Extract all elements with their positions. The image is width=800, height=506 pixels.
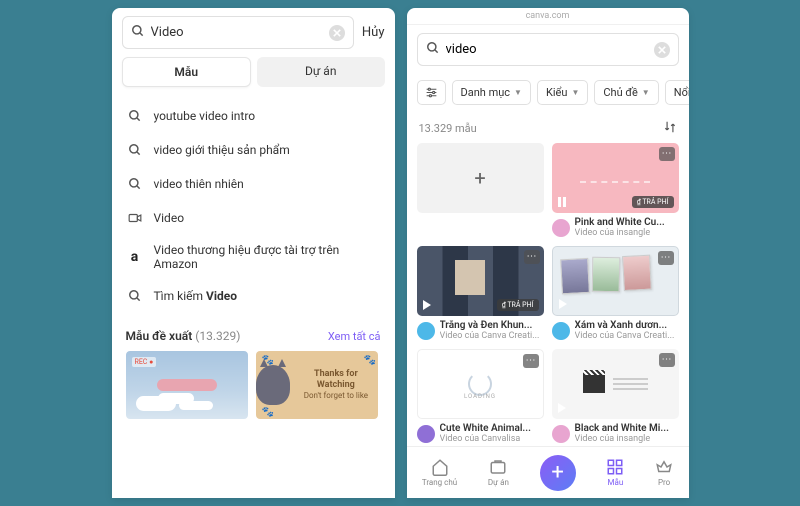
filter-category[interactable]: Danh mục▼ bbox=[452, 80, 531, 105]
suggestion-item[interactable]: video giới thiệu sản phẩm bbox=[112, 133, 395, 167]
section-title: Mẫu đề xuất (13.329) bbox=[126, 329, 241, 343]
more-icon[interactable]: ⋯ bbox=[658, 251, 674, 265]
card-author: Video của Canva Creati... bbox=[440, 331, 540, 341]
template-card: ⋯ ₫ TRẢ PHÍ Pink and White Cu...Video của … bbox=[552, 143, 679, 240]
suggestion-text: Video thương hiệu được tài trợ trên Amaz… bbox=[154, 243, 381, 271]
nav-create[interactable]: + bbox=[540, 455, 576, 491]
filter-more[interactable]: Nổi bbox=[665, 80, 689, 105]
avatar bbox=[417, 425, 435, 443]
search-icon bbox=[126, 287, 144, 305]
card-title: Pink and White Cu... bbox=[575, 217, 665, 228]
search-box[interactable] bbox=[122, 16, 354, 49]
nav-projects[interactable]: Dự án bbox=[488, 458, 509, 487]
avatar bbox=[552, 425, 570, 443]
search-icon bbox=[131, 23, 145, 42]
more-icon[interactable]: ⋯ bbox=[659, 147, 675, 161]
tab-projects[interactable]: Dự án bbox=[257, 57, 385, 87]
suggestion-item[interactable]: a Video thương hiệu được tài trợ trên Ama… bbox=[112, 235, 395, 279]
card-author: Video của insangle bbox=[575, 434, 669, 444]
search-icon bbox=[426, 40, 440, 59]
sort-icon[interactable] bbox=[663, 120, 677, 137]
url-bar: canva.com bbox=[407, 8, 689, 25]
card-title: Xám và Xanh dươn... bbox=[575, 320, 675, 331]
search-input[interactable] bbox=[446, 42, 648, 57]
paid-badge: ₫ TRẢ PHÍ bbox=[497, 299, 539, 311]
nav-home[interactable]: Trang chủ bbox=[422, 458, 457, 487]
play-icon bbox=[424, 402, 432, 412]
filter-topic[interactable]: Chủ đề▼ bbox=[594, 80, 658, 105]
suggestion-list: youtube video intro video giới thiệu sản … bbox=[112, 95, 395, 317]
clear-icon[interactable] bbox=[329, 25, 345, 41]
play-icon bbox=[423, 300, 431, 310]
suggestion-item[interactable]: Video bbox=[112, 201, 395, 235]
search-input[interactable] bbox=[151, 25, 323, 40]
results-count: 13.329 mẫu bbox=[419, 122, 477, 135]
card-title: Trắng và Đen Khun... bbox=[440, 320, 540, 331]
clear-icon[interactable] bbox=[654, 42, 670, 58]
search-box[interactable] bbox=[417, 33, 679, 66]
search-icon bbox=[126, 175, 144, 193]
paid-badge: ₫ TRẢ PHÍ bbox=[632, 196, 674, 208]
card-author: Video của Canvalisa bbox=[440, 434, 531, 444]
templates-browse-panel: canva.com Danh mục▼ Kiểu▼ Chủ đề▼ Nổi bbox=[407, 8, 689, 498]
amazon-icon: a bbox=[126, 248, 144, 266]
filter-style[interactable]: Kiểu▼ bbox=[537, 80, 588, 105]
template-thumbnail[interactable]: LOADING⋯ bbox=[417, 349, 544, 419]
tab-templates[interactable]: Mẫu bbox=[122, 57, 252, 87]
card-author: Video của insangle bbox=[575, 228, 665, 238]
template-card: ⋯ ₫ TRẢ PHÍ Trắng và Đen Khun...Video của … bbox=[417, 246, 544, 343]
more-icon[interactable]: ⋯ bbox=[659, 353, 675, 367]
avatar bbox=[417, 322, 435, 340]
create-blank[interactable]: + bbox=[417, 143, 544, 213]
template-thumbnail[interactable]: ⋯ ₫ TRẢ PHÍ bbox=[417, 246, 544, 316]
pause-icon bbox=[558, 197, 566, 207]
filter-settings-icon[interactable] bbox=[417, 80, 446, 105]
suggestion-text: youtube video intro bbox=[154, 109, 256, 123]
suggestion-item[interactable]: youtube video intro bbox=[112, 99, 395, 133]
play-icon bbox=[559, 299, 567, 309]
search-tabs: Mẫu Dự án bbox=[112, 57, 395, 95]
nav-pro[interactable]: Pro bbox=[655, 458, 673, 487]
more-icon[interactable]: ⋯ bbox=[524, 250, 540, 264]
card-title: Cute White Animal... bbox=[440, 423, 531, 434]
template-card: LOADING⋯ Cute White Animal...Video của Ca… bbox=[417, 349, 544, 446]
template-grid: +⋯₫ TRẢ PHÍPink and White Cu...Video của… bbox=[407, 143, 689, 446]
more-icon[interactable]: ⋯ bbox=[523, 354, 539, 368]
suggestion-item[interactable]: Tìm kiếm Video bbox=[112, 279, 395, 313]
search-icon bbox=[126, 107, 144, 125]
suggestion-text: video giới thiệu sản phẩm bbox=[154, 143, 290, 157]
avatar bbox=[552, 322, 570, 340]
see-all-link[interactable]: Xem tất cả bbox=[328, 330, 381, 343]
template-thumbnail[interactable]: ⋯ bbox=[552, 349, 679, 419]
suggestion-text: Video bbox=[154, 211, 185, 225]
suggestion-text: Tìm kiếm Video bbox=[154, 289, 238, 303]
template-thumbnail[interactable]: 🐾 🐾 🐾 Thanks for WatchingDon't forget to… bbox=[256, 351, 378, 419]
template-thumbnail[interactable]: ⋯ ₫ TRẢ PHÍ bbox=[552, 143, 679, 213]
suggestion-text: video thiên nhiên bbox=[154, 177, 244, 191]
search-overlay-panel: Hủy Mẫu Dự án youtube video intro video g… bbox=[112, 8, 395, 498]
video-icon bbox=[126, 209, 144, 227]
bottom-nav: Trang chủ Dự án + Mẫu Pro bbox=[407, 446, 689, 498]
suggestion-item[interactable]: video thiên nhiên bbox=[112, 167, 395, 201]
nav-templates[interactable]: Mẫu bbox=[606, 458, 624, 487]
card-title: Black and White Mi... bbox=[575, 423, 669, 434]
cancel-button[interactable]: Hủy bbox=[362, 25, 385, 40]
play-icon bbox=[558, 403, 566, 413]
card-author: Video của Canva Creati... bbox=[575, 331, 675, 341]
avatar bbox=[552, 219, 570, 237]
template-thumbnail[interactable] bbox=[126, 351, 248, 419]
filter-bar: Danh mục▼ Kiểu▼ Chủ đề▼ Nổi bbox=[407, 74, 689, 111]
search-icon bbox=[126, 141, 144, 159]
template-thumbnail[interactable]: ⋯ bbox=[552, 246, 679, 316]
template-card: ⋯ Black and White Mi...Video của insangle bbox=[552, 349, 679, 446]
template-card: ⋯ Xám và Xanh dươn...Video của Canva Crea… bbox=[552, 246, 679, 343]
